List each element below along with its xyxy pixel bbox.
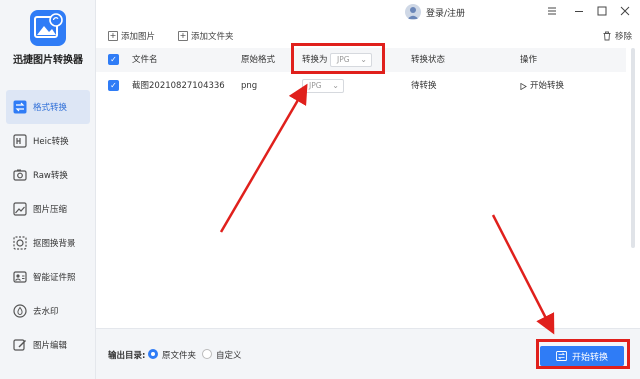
radio-original-folder-label[interactable]: 原文件夹	[162, 349, 196, 361]
add-image-label: 添加图片	[121, 32, 156, 42]
sidebar-item-edit[interactable]: 图片编辑	[0, 328, 96, 362]
heic-icon	[13, 134, 27, 148]
header-filename: 文件名	[132, 55, 158, 65]
row-start-button[interactable]: 开始转换	[520, 74, 564, 98]
row-target-select[interactable]: JPG ⌄	[302, 79, 344, 93]
sidebar-item-watermark[interactable]: 去水印	[0, 294, 96, 328]
arrow-to-start-button	[491, 214, 555, 335]
annotation-box-start-button	[536, 339, 630, 369]
header-action: 操作	[520, 55, 538, 65]
row-status: 待转换	[411, 81, 437, 91]
minimize-icon[interactable]	[573, 5, 585, 17]
id-photo-icon	[13, 270, 27, 284]
add-folder-button[interactable]: + 添加文件夹	[178, 30, 234, 42]
edit-icon	[13, 338, 27, 352]
radio-original-folder[interactable]	[148, 349, 158, 359]
sidebar: 迅捷图片转换器 格式转换 Heic转换 Raw转换 图片压缩 抠图换背景 智能证…	[0, 0, 96, 379]
app-name: 迅捷图片转换器	[13, 55, 83, 66]
row-start-label: 开始转换	[530, 81, 565, 91]
sidebar-item-label: 去水印	[33, 307, 59, 317]
row-checkbox[interactable]: ✓	[108, 80, 119, 91]
maximize-icon[interactable]	[596, 5, 608, 17]
sidebar-item-label: 图片压缩	[33, 205, 68, 215]
sidebar-item-heic[interactable]: Heic转换	[0, 124, 96, 158]
close-icon[interactable]	[619, 5, 631, 17]
header-status: 转换状态	[411, 55, 446, 65]
annotation-box-convert-to	[291, 43, 385, 74]
sidebar-item-cutout[interactable]: 抠图换背景	[0, 226, 96, 260]
add-image-icon: +	[108, 31, 118, 41]
compress-icon	[13, 202, 27, 216]
sidebar-item-label: 图片编辑	[33, 341, 68, 351]
header-orig-format: 原始格式	[241, 55, 276, 65]
remove-button[interactable]: 移除	[602, 30, 632, 42]
sidebar-item-label: 智能证件照	[33, 273, 76, 283]
add-folder-icon: +	[178, 31, 188, 41]
sidebar-nav: 格式转换 Heic转换 Raw转换 图片压缩 抠图换背景 智能证件照 去水印 图…	[0, 90, 96, 362]
chevron-down-icon: ⌄	[332, 81, 339, 90]
sidebar-item-label: 抠图换背景	[33, 239, 76, 249]
sidebar-item-label: Raw转换	[33, 171, 68, 181]
menu-icon[interactable]	[546, 5, 558, 17]
play-icon	[520, 82, 527, 90]
output-dir-label: 输出目录:	[108, 351, 146, 361]
scrollbar[interactable]	[631, 48, 635, 248]
select-all-checkbox[interactable]: ✓	[108, 54, 119, 65]
raw-icon	[13, 168, 27, 182]
arrow-to-row-select	[219, 83, 308, 233]
trash-icon	[602, 31, 612, 41]
login-link[interactable]: 登录/注册	[426, 6, 465, 19]
sidebar-item-id-photo[interactable]: 智能证件照	[0, 260, 96, 294]
remove-label: 移除	[615, 32, 633, 42]
row-filename: 截图20210827104336	[132, 81, 225, 91]
radio-custom-folder[interactable]	[202, 349, 212, 359]
add-folder-label: 添加文件夹	[191, 32, 234, 42]
sidebar-item-compress[interactable]: 图片压缩	[0, 192, 96, 226]
add-image-button[interactable]: + 添加图片	[108, 30, 155, 42]
table-row: ✓ 截图20210827104336 png JPG ⌄ 待转换 开始转换	[96, 74, 626, 98]
watermark-icon	[13, 304, 27, 318]
row-target-value: JPG	[309, 81, 322, 90]
cutout-icon	[13, 236, 27, 250]
sidebar-item-raw[interactable]: Raw转换	[0, 158, 96, 192]
avatar[interactable]	[405, 4, 421, 20]
sidebar-item-label: 格式转换	[33, 103, 68, 113]
format-convert-icon	[13, 100, 27, 114]
title-bar: 登录/注册	[96, 0, 640, 24]
radio-custom-folder-label[interactable]: 自定义	[216, 349, 242, 361]
sidebar-item-label: Heic转换	[33, 137, 69, 147]
sidebar-item-format-convert[interactable]: 格式转换	[6, 90, 90, 124]
row-orig-format: png	[241, 81, 258, 91]
app-logo-icon	[30, 10, 66, 46]
